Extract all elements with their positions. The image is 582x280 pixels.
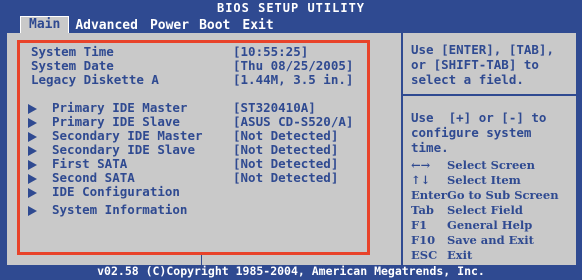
key-description: Save and Exit <box>447 233 534 247</box>
tab-advanced[interactable]: Advanced <box>69 18 144 34</box>
key-description: Select Field <box>447 203 523 217</box>
help-text-line: configure system <box>411 125 532 140</box>
panel-divider <box>401 33 403 265</box>
tab-main[interactable]: Main <box>20 16 70 34</box>
help-text-line: or [SHIFT-TAB] to <box>411 57 539 72</box>
top-bar: BIOS SETUP UTILITY Main Advanced Power B… <box>0 0 582 34</box>
bios-screen: BIOS SETUP UTILITY Main Advanced Power B… <box>0 0 582 280</box>
key-help-row: F1 General Help <box>411 218 532 232</box>
help-text-line: select a field. <box>411 72 524 87</box>
up-down-arrows-icon: ↑↓ <box>411 173 431 187</box>
tab-boot[interactable]: Boot <box>193 18 236 34</box>
primary-ide-master-value: [ST320410A] <box>233 100 316 115</box>
left-right-arrows-icon: ←→ <box>411 158 431 172</box>
first-sata-item[interactable]: First SATA <box>52 156 127 171</box>
tab-power[interactable]: Power <box>144 18 195 34</box>
tab-bar: Main Advanced Power Boot Exit <box>20 16 280 34</box>
copyright-footer: v02.58 (C)Copyright 1985-2004, American … <box>97 264 485 278</box>
submenu-arrow-icon <box>28 104 37 114</box>
key-name: F10 <box>411 233 436 247</box>
secondary-ide-master-value: [Not Detected] <box>233 128 339 143</box>
key-description: General Help <box>447 218 533 232</box>
submenu-arrow-icon <box>28 206 37 216</box>
system-time-label[interactable]: System Time <box>31 44 114 59</box>
submenu-arrow-icon <box>28 132 37 142</box>
secondary-ide-slave-value: [Not Detected] <box>233 142 339 157</box>
key-description: Select Item <box>447 173 521 187</box>
second-sata-value: [Not Detected] <box>233 170 339 185</box>
system-information-item[interactable]: System Information <box>52 202 187 217</box>
key-name: Tab <box>411 203 434 217</box>
key-help-row: F10 Save and Exit <box>411 233 534 247</box>
key-description: Exit <box>447 248 473 262</box>
secondary-ide-master-item[interactable]: Secondary IDE Master <box>52 128 203 143</box>
key-help-row: ESC Exit <box>411 248 472 262</box>
secondary-ide-slave-item[interactable]: Secondary IDE Slave <box>52 142 195 157</box>
submenu-arrow-icon <box>28 160 37 170</box>
system-date-label[interactable]: System Date <box>31 58 114 73</box>
key-help-row: Enter Go to Sub Screen <box>411 188 559 202</box>
key-name: Enter <box>411 188 447 202</box>
key-help-row: Tab Select Field <box>411 203 523 217</box>
key-name: F1 <box>411 218 428 232</box>
tab-exit[interactable]: Exit <box>236 18 279 34</box>
help-text-line: Use [ENTER], [TAB], <box>411 42 554 57</box>
bios-title: BIOS SETUP UTILITY <box>216 1 366 15</box>
legacy-diskette-label[interactable]: Legacy Diskette A <box>31 72 159 87</box>
key-description: Go to Sub Screen <box>447 188 559 202</box>
help-divider <box>401 94 576 96</box>
submenu-arrow-icon <box>28 188 37 198</box>
key-help-row: ←→ Select Screen <box>411 158 535 172</box>
help-text-line: time. <box>411 140 449 155</box>
key-name: ESC <box>411 248 438 262</box>
submenu-arrow-icon <box>28 146 37 156</box>
first-sata-value: [Not Detected] <box>233 156 339 171</box>
primary-ide-slave-value: [ASUS CD-S520/A] <box>233 114 354 129</box>
primary-ide-master-item[interactable]: Primary IDE Master <box>52 100 187 115</box>
help-text-line: Use [+] or [-] to <box>411 110 547 125</box>
key-help-row: ↑↓ Select Item <box>411 173 521 187</box>
system-date-value[interactable]: [Thu 08/25/2005] <box>233 58 353 73</box>
ide-configuration-item[interactable]: IDE Configuration <box>52 184 180 199</box>
primary-ide-slave-item[interactable]: Primary IDE Slave <box>52 114 180 129</box>
second-sata-item[interactable]: Second SATA <box>52 170 135 185</box>
submenu-arrow-icon <box>28 118 37 128</box>
submenu-arrow-icon <box>28 174 37 184</box>
system-time-value[interactable]: [10:55:25] <box>233 44 308 59</box>
legacy-diskette-value[interactable]: [1.44M, 3.5 in.] <box>233 72 353 87</box>
key-description: Select Screen <box>447 158 535 172</box>
